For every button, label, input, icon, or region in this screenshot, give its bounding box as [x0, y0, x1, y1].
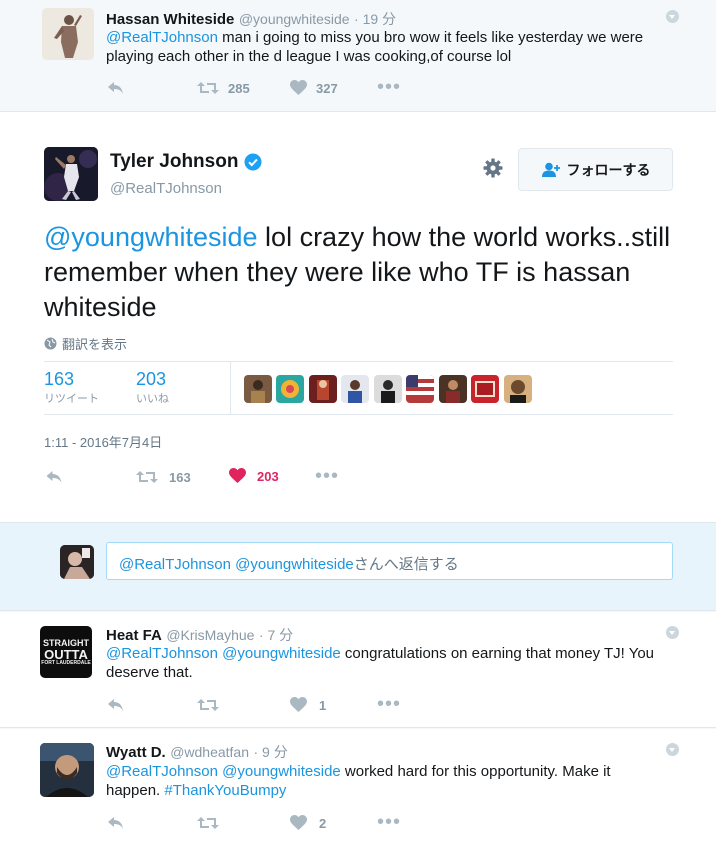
author-handle[interactable]: @RealTJohnson — [110, 180, 222, 197]
mention-link[interactable]: @RealTJohnson @youngwhiteside — [106, 763, 341, 780]
avatar[interactable]: STRAIGHT OUTTA FORT LAUDERDALE — [40, 626, 92, 678]
tweet-time[interactable]: · 7 分 — [259, 627, 293, 643]
retweet-button[interactable] — [197, 697, 219, 713]
heart-icon — [290, 80, 307, 95]
liker-avatar[interactable] — [471, 375, 499, 403]
reply-icon — [108, 699, 123, 711]
like-count: 203 — [257, 468, 279, 484]
heart-icon — [290, 697, 307, 712]
like-button[interactable]: 2 — [290, 815, 326, 831]
liker-avatar[interactable] — [341, 375, 369, 403]
author-handle[interactable]: @wdheatfan — [170, 744, 249, 760]
reply-icon — [46, 471, 62, 483]
retweet-icon — [197, 699, 219, 711]
retweet-icon — [197, 817, 219, 829]
translate-label: 翻訳を表示 — [62, 337, 128, 352]
reply-input[interactable]: @RealTJohnson @youngwhitesideさんへ返信する — [106, 542, 673, 580]
author-handle[interactable]: @youngwhiteside — [239, 11, 350, 27]
liker-avatar[interactable] — [439, 375, 467, 403]
follow-button[interactable]: フォローする — [518, 148, 673, 191]
parent-tweet[interactable]: Hassan Whiteside @youngwhiteside · 19 分 … — [0, 0, 716, 112]
reply-button[interactable] — [107, 697, 125, 713]
translate-link[interactable]: 翻訳を表示 — [44, 334, 127, 353]
author-handle[interactable]: @KrisMayhue — [166, 627, 254, 643]
divider — [44, 361, 673, 362]
retweet-button[interactable]: 285 — [197, 80, 250, 96]
mention-link[interactable]: @RealTJohnson — [106, 29, 218, 46]
divider — [230, 362, 231, 414]
retweet-count: 163 — [169, 469, 191, 485]
liker-avatar[interactable] — [244, 375, 272, 403]
globe-icon — [44, 337, 57, 350]
more-icon[interactable]: ••• — [315, 466, 339, 486]
add-user-icon — [541, 162, 560, 177]
reply-placeholder: さんへ返信する — [353, 556, 459, 573]
retweet-icon — [136, 471, 158, 483]
avatar[interactable] — [40, 743, 94, 797]
more-caret-icon[interactable] — [666, 626, 679, 639]
liker-avatar[interactable] — [374, 375, 402, 403]
divider — [44, 414, 673, 415]
avatar[interactable] — [44, 147, 98, 201]
liker-avatar[interactable] — [309, 375, 337, 403]
heart-filled-icon — [229, 468, 246, 483]
verified-badge-icon — [244, 153, 262, 171]
more-icon[interactable]: ••• — [377, 694, 401, 714]
like-button[interactable]: 203 — [229, 468, 279, 484]
tweet-text: @RealTJohnson @youngwhiteside worked har… — [106, 763, 611, 799]
tweet-text: @RealTJohnson @youngwhiteside congratula… — [106, 645, 655, 681]
reply-button[interactable] — [45, 469, 64, 485]
author-name[interactable]: Hassan Whiteside — [106, 11, 234, 28]
reply-icon — [108, 817, 123, 829]
reply-button[interactable] — [107, 815, 125, 831]
more-icon[interactable]: ••• — [377, 77, 401, 97]
liker-avatar[interactable] — [406, 375, 434, 403]
avatar — [60, 545, 94, 579]
author-name[interactable]: Heat FA — [106, 627, 162, 644]
retweet-button[interactable]: 163 — [136, 469, 191, 485]
tweet-time[interactable]: · 9 分 — [253, 744, 287, 760]
like-count: 2 — [319, 815, 327, 831]
tweet-text: @youngwhiteside lol crazy how the world … — [44, 222, 671, 322]
reply-mentions: @RealTJohnson @youngwhiteside — [119, 556, 354, 573]
heart-icon — [290, 815, 307, 830]
hashtag-link[interactable]: #ThankYouBumpy — [164, 782, 286, 799]
liker-avatar[interactable] — [276, 375, 304, 403]
tweet-time[interactable]: · 19 分 — [354, 11, 396, 27]
retweet-icon — [197, 82, 219, 94]
more-caret-icon[interactable] — [666, 10, 679, 23]
mention-link[interactable]: @RealTJohnson @youngwhiteside — [106, 645, 341, 662]
like-button[interactable]: 1 — [290, 697, 326, 713]
author-name[interactable]: Tyler Johnson — [110, 151, 238, 173]
more-icon[interactable]: ••• — [377, 812, 401, 832]
author-name[interactable]: Wyatt D. — [106, 744, 166, 761]
retweet-count: 285 — [228, 80, 250, 96]
follow-label: フォローする — [566, 161, 651, 178]
more-caret-icon[interactable] — [666, 743, 679, 756]
gear-icon[interactable] — [483, 158, 503, 178]
avatar[interactable] — [42, 8, 94, 60]
liker-avatar[interactable] — [504, 375, 532, 403]
like-count: 327 — [316, 80, 338, 96]
reply-icon — [108, 82, 123, 94]
tweet-text: @RealTJohnson man i going to miss you br… — [106, 29, 644, 65]
retweet-stat[interactable]: 163 リツイート — [44, 369, 99, 406]
reply-button[interactable] — [107, 80, 125, 96]
like-stat[interactable]: 203 いいね — [136, 369, 169, 406]
tweet-timestamp[interactable]: 1:11 - 2016年7月4日 — [44, 432, 162, 451]
like-button[interactable]: 327 — [290, 80, 338, 96]
retweet-button[interactable] — [197, 815, 219, 831]
like-count: 1 — [319, 697, 327, 713]
mention-link[interactable]: @youngwhiteside — [44, 222, 258, 252]
